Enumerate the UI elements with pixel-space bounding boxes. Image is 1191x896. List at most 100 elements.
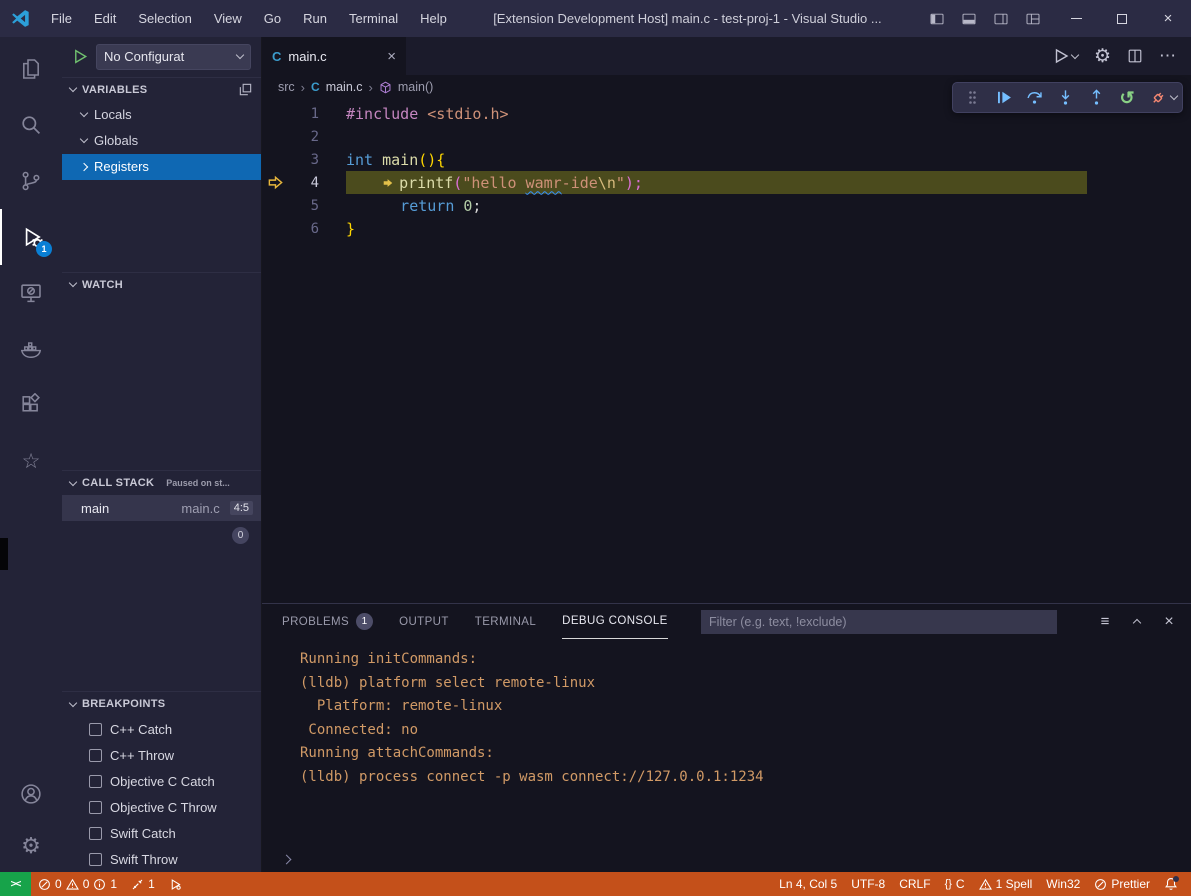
settings-gear-icon[interactable]: ⚙ <box>0 820 62 872</box>
launch-config-label: No Configurat <box>104 49 237 64</box>
variables-scope-registers[interactable]: Registers <box>62 154 261 180</box>
toggle-panel-icon[interactable] <box>955 6 983 32</box>
language-label: C <box>956 877 965 891</box>
customize-layout-icon[interactable] <box>1019 6 1047 32</box>
checkbox[interactable] <box>89 853 102 866</box>
inline-breakpoint-icon[interactable] <box>382 177 396 189</box>
variables-scope-globals[interactable]: Globals <box>62 128 261 154</box>
eol-selector[interactable]: CRLF <box>892 872 937 896</box>
menu-run[interactable]: Run <box>292 0 338 37</box>
breadcrumb-symbol[interactable]: main() <box>398 80 433 94</box>
checkbox[interactable] <box>89 749 102 762</box>
console-input-row[interactable] <box>262 846 1191 872</box>
menu-selection[interactable]: Selection <box>127 0 202 37</box>
menu-terminal[interactable]: Terminal <box>338 0 409 37</box>
encoding[interactable]: UTF-8 <box>844 872 892 896</box>
breakpoint-objc-catch[interactable]: Objective C Catch <box>62 768 261 794</box>
checkbox[interactable] <box>89 775 102 788</box>
step-into-icon[interactable] <box>1051 85 1079 111</box>
debug-current-line-arrow-icon[interactable] <box>262 174 289 191</box>
chevron-down-icon <box>1071 50 1079 58</box>
start-debug-icon[interactable] <box>72 48 89 65</box>
formatter-status[interactable]: Prettier <box>1087 872 1157 896</box>
breakpoints-section: BREAKPOINTS C++ Catch C++ Throw Objectiv… <box>62 691 261 872</box>
breakpoint-cpp-throw[interactable]: C++ Throw <box>62 742 261 768</box>
tab-terminal[interactable]: TERMINAL <box>475 604 536 639</box>
status-bar: >< 0 0 1 1 Ln 4, Col 5 UTF-8 CRLF {} C <box>0 872 1191 896</box>
checkbox[interactable] <box>89 827 102 840</box>
breadcrumb-file[interactable]: main.c <box>326 80 363 94</box>
tab-problems[interactable]: PROBLEMS 1 <box>282 604 373 639</box>
debug-session-status[interactable] <box>162 872 189 896</box>
menu-file[interactable]: File <box>40 0 83 37</box>
console-filter-input[interactable] <box>701 610 1057 634</box>
console-line: Running attachCommands: <box>300 742 1191 766</box>
toggle-sidebar-icon[interactable] <box>923 6 951 32</box>
account-icon[interactable] <box>0 768 62 820</box>
vscode-logo-icon <box>0 0 40 37</box>
step-over-icon[interactable] <box>1020 85 1048 111</box>
breakpoints-header[interactable]: BREAKPOINTS <box>62 692 261 716</box>
code-line-6: 6 } <box>262 217 1191 240</box>
maximize-panel-icon[interactable] <box>1127 612 1147 632</box>
more-actions-icon[interactable]: ⋯ <box>1159 46 1177 66</box>
tab-main-c[interactable]: C main.c × <box>262 37 406 75</box>
breakpoint-swift-throw[interactable]: Swift Throw <box>62 846 261 872</box>
launch-config-dropdown[interactable]: No Configurat <box>96 44 251 70</box>
checkbox[interactable] <box>89 801 102 814</box>
checkbox[interactable] <box>89 723 102 736</box>
search-icon[interactable] <box>0 97 62 153</box>
platform-target[interactable]: Win32 <box>1039 872 1087 896</box>
maximize-button[interactable] <box>1099 0 1145 37</box>
source-control-icon[interactable] <box>0 153 62 209</box>
disconnect-icon[interactable] <box>1144 85 1172 111</box>
collapse-all-icon[interactable] <box>238 82 253 97</box>
stack-frame-row[interactable]: main main.c 4:5 <box>62 495 261 521</box>
scope-label: Globals <box>94 133 138 148</box>
step-out-icon[interactable] <box>1082 85 1110 111</box>
favorites-star-icon[interactable]: ☆ <box>0 433 62 489</box>
close-button[interactable]: × <box>1145 0 1191 37</box>
watch-header[interactable]: WATCH <box>62 273 261 297</box>
console-options-icon[interactable]: ≡ <box>1095 612 1115 632</box>
menu-help[interactable]: Help <box>409 0 458 37</box>
variables-header[interactable]: VARIABLES <box>62 78 261 102</box>
remote-indicator[interactable]: >< <box>0 872 31 896</box>
tools-status[interactable]: 1 <box>124 872 162 896</box>
callstack-header[interactable]: CALL STACK Paused on st... <box>62 471 261 495</box>
close-panel-icon[interactable]: × <box>1159 612 1179 632</box>
extensions-icon[interactable] <box>0 377 62 433</box>
variables-scope-locals[interactable]: Locals <box>62 102 261 128</box>
launch-settings-gear-icon[interactable]: ⚙ <box>1094 45 1111 68</box>
menu-go[interactable]: Go <box>253 0 292 37</box>
tab-debug-console[interactable]: DEBUG CONSOLE <box>562 604 668 639</box>
spell-checker-status[interactable]: 1 Spell <box>972 872 1040 896</box>
docker-icon[interactable] <box>0 321 62 377</box>
close-tab-icon[interactable]: × <box>387 48 396 65</box>
tab-output[interactable]: OUTPUT <box>399 604 449 639</box>
breakpoint-objc-throw[interactable]: Objective C Throw <box>62 794 261 820</box>
activity-bar: 1 ☆ ⚙ <box>0 37 62 872</box>
cursor-position[interactable]: Ln 4, Col 5 <box>772 872 844 896</box>
breakpoint-swift-catch[interactable]: Swift Catch <box>62 820 261 846</box>
run-file-icon[interactable] <box>1052 47 1078 65</box>
run-debug-icon[interactable]: 1 <box>0 209 62 265</box>
split-editor-icon[interactable] <box>1127 48 1143 64</box>
breakpoint-cpp-catch[interactable]: C++ Catch <box>62 716 261 742</box>
menu-edit[interactable]: Edit <box>83 0 127 37</box>
chevron-down-icon <box>69 279 77 287</box>
explorer-icon[interactable] <box>0 41 62 97</box>
remote-explorer-icon[interactable] <box>0 265 62 321</box>
language-mode[interactable]: {} C <box>938 872 972 896</box>
toolbar-drag-handle[interactable] <box>958 85 986 111</box>
restart-icon[interactable]: ↺ <box>1113 85 1141 111</box>
panel-header: PROBLEMS 1 OUTPUT TERMINAL DEBUG CONSOLE… <box>262 604 1191 639</box>
toggle-secondary-sidebar-icon[interactable] <box>987 6 1015 32</box>
minimize-button[interactable] <box>1053 0 1099 37</box>
problems-status[interactable]: 0 0 1 <box>31 872 124 896</box>
breadcrumb-folder[interactable]: src <box>278 80 295 94</box>
notifications-status[interactable] <box>1157 872 1185 896</box>
menu-view[interactable]: View <box>203 0 253 37</box>
continue-icon[interactable] <box>989 85 1017 111</box>
code-editor[interactable]: 1 #include <stdio.h> 2 3 int main(){ 4 p <box>262 99 1191 603</box>
